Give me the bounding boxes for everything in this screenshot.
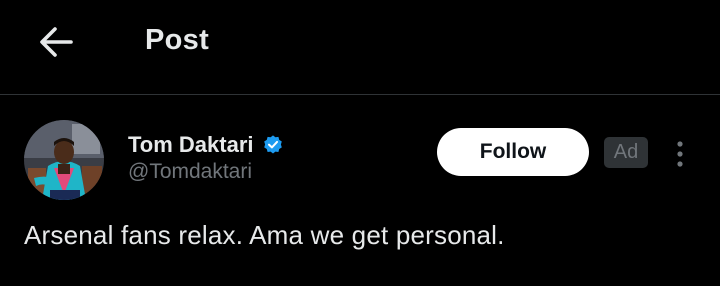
follow-button[interactable]: Follow	[437, 128, 589, 176]
author-name-row: Tom Daktari	[128, 130, 284, 160]
author-display-name[interactable]: Tom Daktari	[128, 132, 254, 158]
avatar[interactable]	[24, 120, 104, 200]
top-bar: Post	[0, 0, 720, 95]
author-handle[interactable]: @Tomdaktari	[128, 160, 252, 184]
verified-badge-icon	[262, 134, 284, 156]
arrow-left-icon	[40, 27, 73, 57]
ad-badge: Ad	[604, 137, 648, 168]
more-options-button[interactable]	[664, 134, 696, 174]
page-title: Post	[145, 24, 210, 56]
back-button[interactable]	[34, 22, 78, 62]
avatar-photo	[24, 120, 104, 200]
post-text: Arsenal fans relax. Ama we get personal.	[24, 220, 505, 250]
more-vertical-icon	[677, 141, 683, 167]
